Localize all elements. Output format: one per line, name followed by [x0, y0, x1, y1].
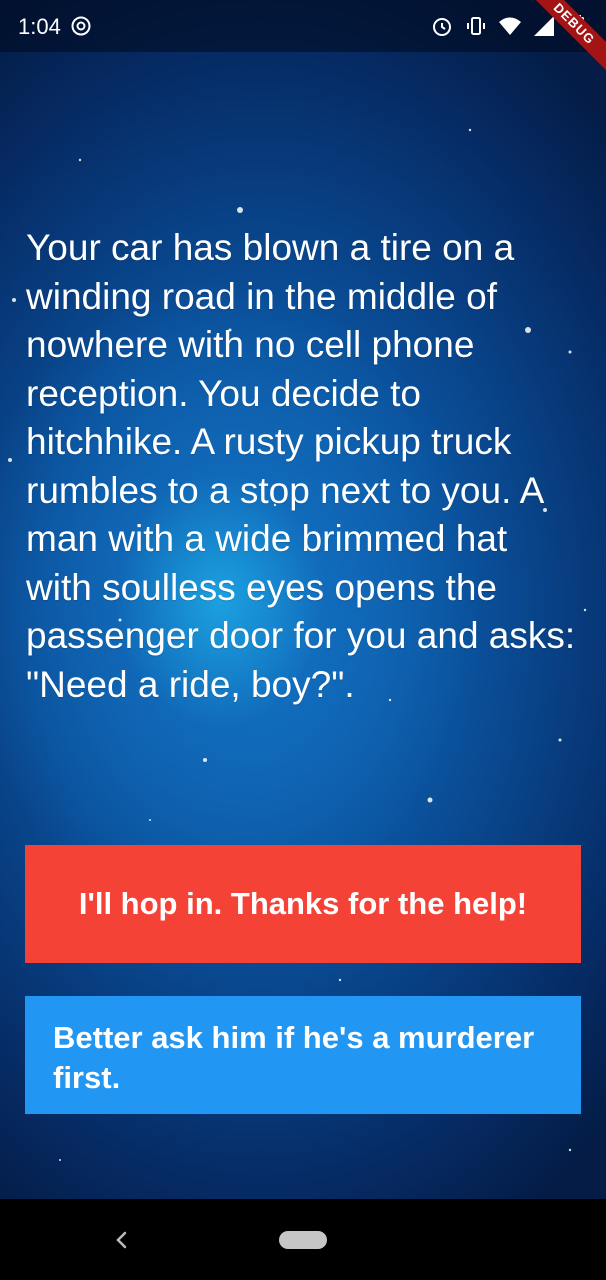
wifi-icon — [498, 14, 522, 38]
choice-1-button[interactable]: I'll hop in. Thanks for the help! — [25, 845, 581, 963]
status-bar: 1:04 — [0, 0, 606, 52]
app-screen: 1:04 DEBUG Your car has blown a tire on … — [0, 0, 606, 1280]
data-saver-icon — [70, 15, 92, 37]
home-pill-icon[interactable] — [279, 1231, 327, 1249]
back-chevron-icon[interactable] — [108, 1224, 136, 1256]
signal-icon — [532, 14, 556, 38]
status-time: 1:04 — [18, 14, 61, 39]
choice-2-button[interactable]: Better ask him if he's a murderer first. — [25, 996, 581, 1114]
story-text: Your car has blown a tire on a winding r… — [26, 227, 576, 705]
vibrate-icon — [464, 14, 488, 38]
alarm-icon — [430, 14, 454, 38]
